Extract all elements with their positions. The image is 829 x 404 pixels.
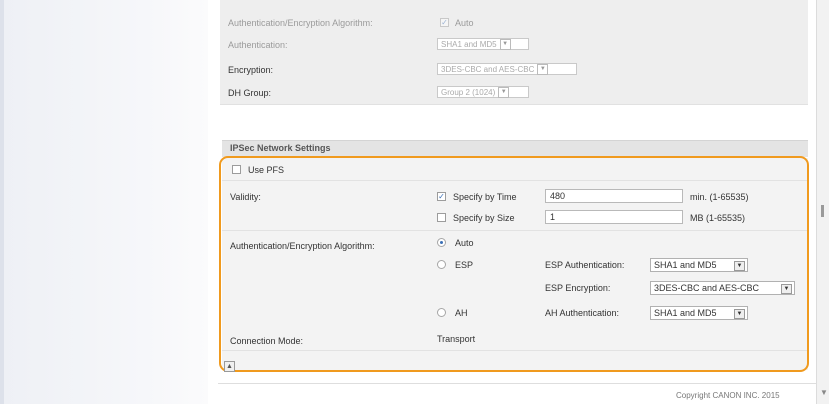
scrollbar[interactable]: ▼ bbox=[816, 0, 829, 404]
page-top-icon[interactable]: ▲ bbox=[224, 361, 235, 372]
encryption-label: Encryption: bbox=[228, 65, 274, 75]
dh-group-select[interactable]: Group 2 (1024) ▼ bbox=[437, 86, 529, 99]
chevron-down-icon: ▼ bbox=[499, 39, 511, 51]
authentication-label: Authentication: bbox=[228, 40, 288, 50]
footer-divider bbox=[218, 383, 816, 384]
auth-enc-auto-checkbox[interactable]: ✓ bbox=[440, 18, 449, 27]
ipsec-section-title: IPSec Network Settings bbox=[230, 143, 331, 153]
left-pane bbox=[0, 0, 208, 404]
scroll-down-icon[interactable]: ▼ bbox=[820, 388, 828, 397]
auth-enc-algorithm-label: Authentication/Encryption Algorithm: bbox=[228, 18, 373, 28]
highlight-frame bbox=[219, 156, 809, 372]
authentication-select[interactable]: SHA1 and MD5 ▼ bbox=[437, 38, 529, 51]
copyright-text: Copyright CANON INC. 2015 bbox=[676, 391, 780, 400]
left-edge bbox=[0, 0, 4, 404]
dh-group-label: DH Group: bbox=[228, 88, 272, 98]
auth-enc-auto-label: Auto bbox=[455, 18, 474, 28]
chevron-down-icon: ▼ bbox=[498, 87, 510, 99]
encryption-select[interactable]: 3DES-CBC and AES-CBC ▼ bbox=[437, 63, 577, 76]
scrollbar-thumb[interactable] bbox=[821, 205, 824, 217]
chevron-down-icon: ▼ bbox=[537, 64, 549, 76]
